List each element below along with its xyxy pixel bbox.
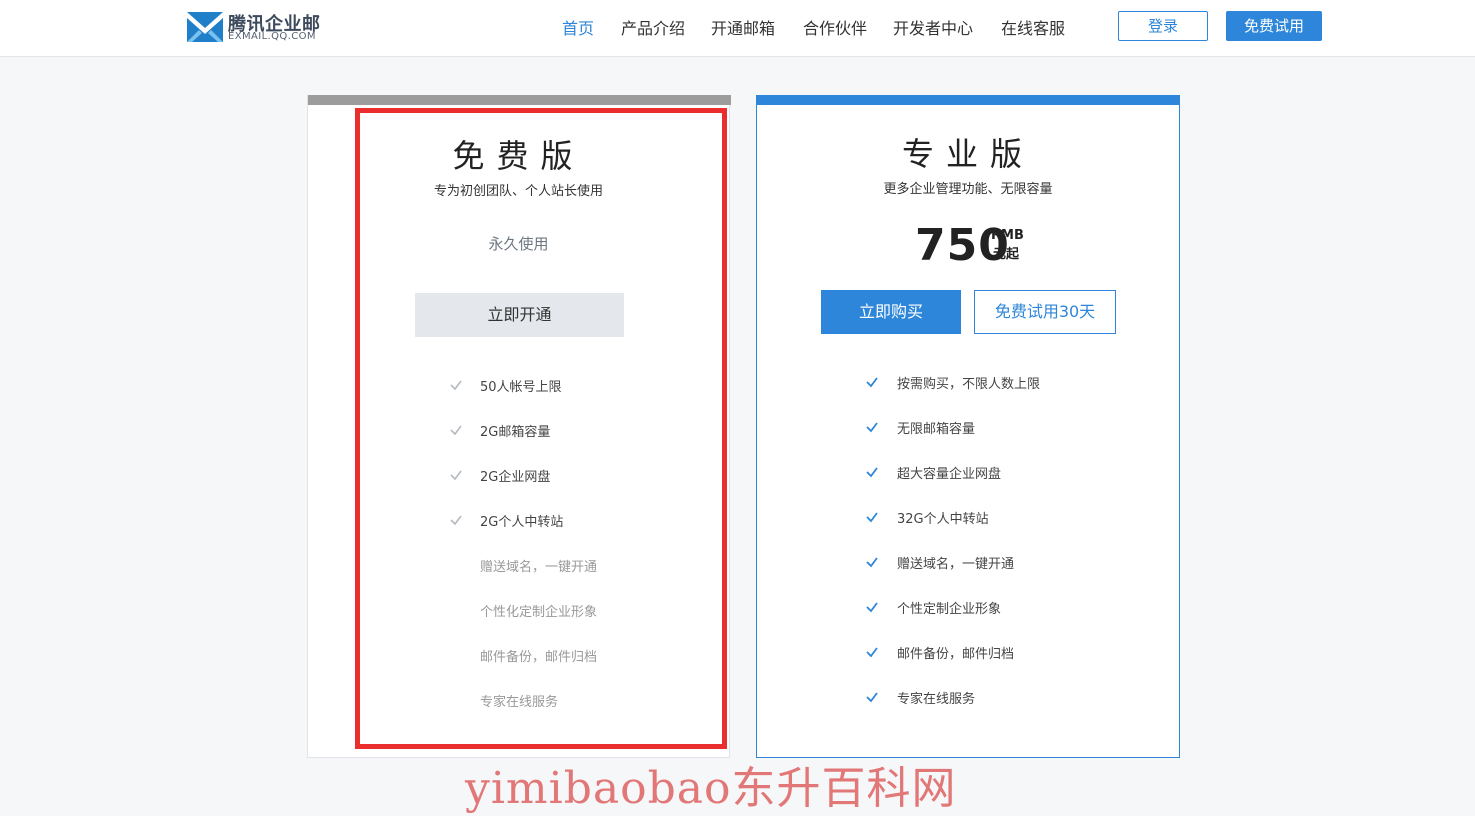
- nav-products[interactable]: 产品介绍: [621, 15, 685, 39]
- free-feature-text: 50人帐号上限: [480, 380, 562, 395]
- nav-open-mailbox[interactable]: 开通邮箱: [711, 15, 775, 39]
- free-plan-duration: 永久使用: [488, 235, 549, 253]
- free-trial-30-days-button[interactable]: 免费试用30天: [974, 290, 1116, 334]
- check-icon: [450, 425, 462, 436]
- pro-plan-subtitle: 更多企业管理功能、无限容量: [883, 182, 1053, 197]
- pro-feature-item: 超大容量企业网盘: [757, 462, 1179, 482]
- pro-feature-item: 赠送域名，一键开通: [757, 552, 1179, 572]
- free-feature-text: 2G企业网盘: [480, 470, 551, 485]
- pro-plan-title: 专业版: [901, 135, 1034, 173]
- pro-feature-item: 无限邮箱容量: [757, 417, 1179, 437]
- pro-feature-text: 个性定制企业形象: [897, 602, 1002, 617]
- pro-feature-text: 专家在线服务: [897, 692, 976, 707]
- free-plan-subtitle: 专为初创团队、个人站长使用: [433, 184, 603, 199]
- free-feature-text: 个性化定制企业形象: [480, 605, 598, 620]
- price-currency: RMB: [991, 228, 1024, 243]
- price-unit: 元起: [993, 247, 1020, 262]
- check-icon: [866, 467, 878, 478]
- free-feature-text: 专家在线服务: [480, 695, 559, 710]
- check-icon: [866, 647, 878, 658]
- logo-text-en: EXMAIL.QQ.COM: [228, 31, 316, 42]
- free-feature-text: 邮件备份，邮件归档: [480, 650, 598, 665]
- check-icon: [866, 512, 878, 523]
- nav-online-support[interactable]: 在线客服: [1001, 15, 1065, 39]
- logo-mark-icon: [187, 12, 223, 42]
- nav-home[interactable]: 首页: [562, 15, 594, 39]
- pro-feature-item: 按需购买，不限人数上限: [757, 372, 1179, 392]
- pro-feature-item: 32G个人中转站: [757, 507, 1179, 527]
- check-icon: [450, 470, 462, 481]
- free-feature-item-disabled: 个性化定制企业形象: [308, 600, 729, 620]
- nav-developer-center[interactable]: 开发者中心: [893, 15, 973, 39]
- pro-feature-text: 超大容量企业网盘: [897, 467, 1002, 482]
- pro-feature-text: 邮件备份，邮件归档: [897, 647, 1015, 662]
- free-feature-item-disabled: 邮件备份，邮件归档: [308, 645, 729, 665]
- free-feature-text: 2G个人中转站: [480, 515, 564, 530]
- buy-now-button[interactable]: 立即购买: [821, 290, 961, 334]
- free-feature-item: 50人帐号上限: [308, 375, 729, 395]
- check-icon: [450, 515, 462, 526]
- pro-feature-item: 邮件备份，邮件归档: [757, 642, 1179, 662]
- watermark-text: yimibaobao东升百科网: [465, 763, 957, 814]
- pro-feature-item: 个性定制企业形象: [757, 597, 1179, 617]
- check-icon: [450, 380, 462, 391]
- top-header: 腾讯企业邮 EXMAIL.QQ.COM 首页 产品介绍 开通邮箱 合作伙伴 开发…: [0, 0, 1475, 57]
- pro-feature-text: 按需购买，不限人数上限: [897, 377, 1041, 392]
- free-feature-item-disabled: 专家在线服务: [308, 690, 729, 710]
- free-feature-item: 2G个人中转站: [308, 510, 729, 530]
- check-icon: [866, 602, 878, 613]
- pro-plan-card: 专业版 更多企业管理功能、无限容量 750 RMB 元起 立即购买 免费试用30…: [756, 95, 1180, 758]
- check-icon: [866, 557, 878, 568]
- free-feature-item: 2G企业网盘: [308, 465, 729, 485]
- tencent-exmail-logo[interactable]: 腾讯企业邮 EXMAIL.QQ.COM: [187, 10, 327, 44]
- pro-plan-topbar: [756, 95, 1180, 105]
- login-button[interactable]: 登录: [1118, 11, 1208, 41]
- open-now-button[interactable]: 立即开通: [415, 293, 624, 337]
- free-plan-card: 免费版 专为初创团队、个人站长使用 永久使用 立即开通 50人帐号上限 2G邮箱…: [307, 95, 731, 758]
- free-plan-title: 免费版: [452, 137, 585, 175]
- free-trial-button[interactable]: 免费试用: [1226, 11, 1322, 41]
- free-feature-text: 赠送域名，一键开通: [480, 560, 598, 575]
- check-icon: [866, 422, 878, 433]
- nav-partners[interactable]: 合作伙伴: [803, 15, 867, 39]
- free-feature-item: 2G邮箱容量: [308, 420, 729, 440]
- free-feature-item-disabled: 赠送域名，一键开通: [308, 555, 729, 575]
- pro-feature-text: 32G个人中转站: [897, 512, 989, 527]
- pro-feature-text: 无限邮箱容量: [897, 422, 976, 437]
- check-icon: [866, 692, 878, 703]
- pro-feature-text: 赠送域名，一键开通: [897, 557, 1015, 572]
- check-icon: [866, 377, 878, 388]
- free-feature-text: 2G邮箱容量: [480, 425, 551, 440]
- pro-feature-item: 专家在线服务: [757, 687, 1179, 707]
- free-plan-topbar: [308, 95, 731, 105]
